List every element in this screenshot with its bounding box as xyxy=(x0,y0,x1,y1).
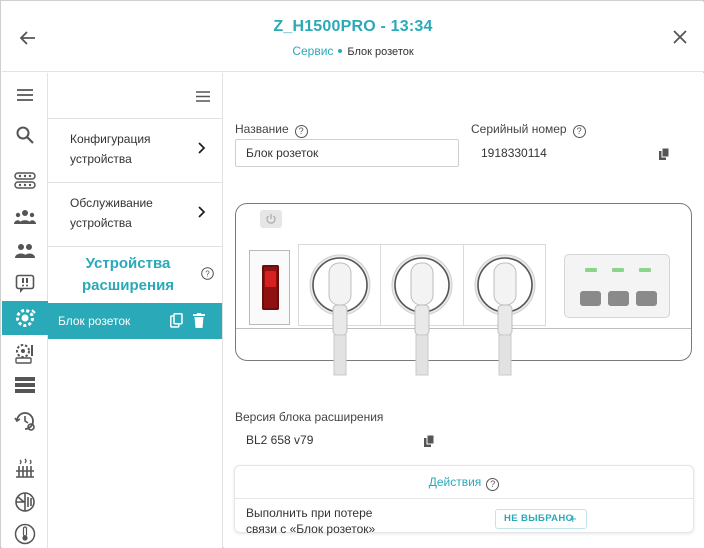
help-icon[interactable]: ? xyxy=(572,125,586,138)
gear-settings-icon[interactable] xyxy=(2,301,48,335)
status-led xyxy=(639,268,651,272)
name-input[interactable] xyxy=(235,139,459,167)
menu-item-label: Обслуживание устройства xyxy=(70,196,153,230)
not-selected-label: НЕ ВЫБРАНО xyxy=(504,513,574,524)
list-icon[interactable] xyxy=(13,373,37,397)
trash-icon[interactable] xyxy=(193,313,207,329)
serial-label: Серийный номер? xyxy=(471,122,586,138)
chevron-right-icon xyxy=(198,203,206,223)
socket-outlet xyxy=(381,245,464,376)
svg-text:?: ? xyxy=(205,270,210,279)
name-label: Название? xyxy=(235,122,308,138)
serial-label-text: Серийный номер xyxy=(471,122,567,136)
chevron-right-icon xyxy=(198,139,206,159)
control-icon[interactable] xyxy=(13,341,37,365)
power-switch-box xyxy=(249,250,290,325)
settings-menu: Конфигурация устройства Обслуживание уст… xyxy=(48,73,223,548)
circuits-icon[interactable] xyxy=(13,490,37,514)
help-icon[interactable]: ? xyxy=(294,125,308,138)
help-icon[interactable]: ? xyxy=(201,267,214,285)
name-label-text: Название xyxy=(235,122,289,136)
usb-port xyxy=(608,291,629,306)
version-label: Версия блока расширения xyxy=(235,410,384,424)
hamburger-icon[interactable] xyxy=(196,89,210,107)
menu-item-device-service[interactable]: Обслуживание устройства xyxy=(48,183,222,247)
not-selected-button[interactable]: НЕ ВЫБРАНО + xyxy=(495,509,587,529)
plus-icon: + xyxy=(569,511,577,526)
socket-block-illustration xyxy=(235,203,692,376)
socket-outlet xyxy=(299,245,382,376)
breadcrumb-separator xyxy=(338,49,343,54)
menu-item-device-config[interactable]: Конфигурация устройства xyxy=(48,119,222,183)
users-icon[interactable] xyxy=(13,205,37,229)
status-led xyxy=(612,268,624,272)
heating-icon[interactable] xyxy=(13,456,37,480)
events-icon[interactable] xyxy=(13,272,37,296)
breadcrumb-current: Блок розеток xyxy=(347,46,414,58)
version-value: BL2 658 v79 xyxy=(246,433,314,447)
serial-number-value: 1918330114 xyxy=(481,146,547,160)
main-content: Название? Серийный номер? 1918330114 xyxy=(224,73,704,548)
breadcrumb: Сервис Блок розеток xyxy=(2,44,704,58)
app-window: Z_H1500PRO - 13:34 Сервис Блок розеток К… xyxy=(0,0,704,548)
menu-toolbar xyxy=(48,73,222,119)
selected-expansion-device[interactable]: Блок розеток xyxy=(48,303,222,339)
copy-icon[interactable] xyxy=(170,313,184,329)
contacts-icon[interactable] xyxy=(13,239,37,263)
service-time-icon[interactable] xyxy=(13,409,37,433)
actions-header: Действия? xyxy=(235,466,693,499)
sockets-row xyxy=(298,244,546,376)
usb-port-panel xyxy=(564,254,670,318)
action-row-label: Выполнить при потере связи с «Блок розет… xyxy=(246,506,376,536)
expansion-devices-section: Устройства расширения ? xyxy=(48,247,222,299)
device-item-label: Блок розеток xyxy=(58,314,131,328)
actions-panel: Действия? Выполнить при потере связи с «… xyxy=(234,465,694,536)
socket-outlet xyxy=(464,245,545,376)
sensors-icon[interactable] xyxy=(13,169,37,193)
menu-icon[interactable] xyxy=(13,83,37,107)
copy-icon[interactable] xyxy=(424,434,436,447)
status-led xyxy=(585,268,597,272)
search-icon[interactable] xyxy=(13,123,37,147)
help-icon[interactable]: ? xyxy=(486,478,500,491)
menu-item-label: Конфигурация устройства xyxy=(70,132,151,166)
icon-rail xyxy=(2,73,48,548)
section-title: Устройства расширения xyxy=(81,255,175,294)
header: Z_H1500PRO - 13:34 Сервис Блок розеток xyxy=(2,2,704,72)
copy-icon[interactable] xyxy=(659,147,671,160)
breadcrumb-service-link[interactable]: Сервис xyxy=(292,44,333,58)
usb-port xyxy=(580,291,601,306)
power-icon xyxy=(260,210,282,228)
power-switch xyxy=(262,265,279,310)
page-title: Z_H1500PRO - 13:34 xyxy=(273,18,433,35)
usb-port xyxy=(636,291,657,306)
thermometer-icon[interactable] xyxy=(13,522,37,546)
close-icon[interactable] xyxy=(670,28,690,48)
actions-title: Действия xyxy=(428,475,482,489)
